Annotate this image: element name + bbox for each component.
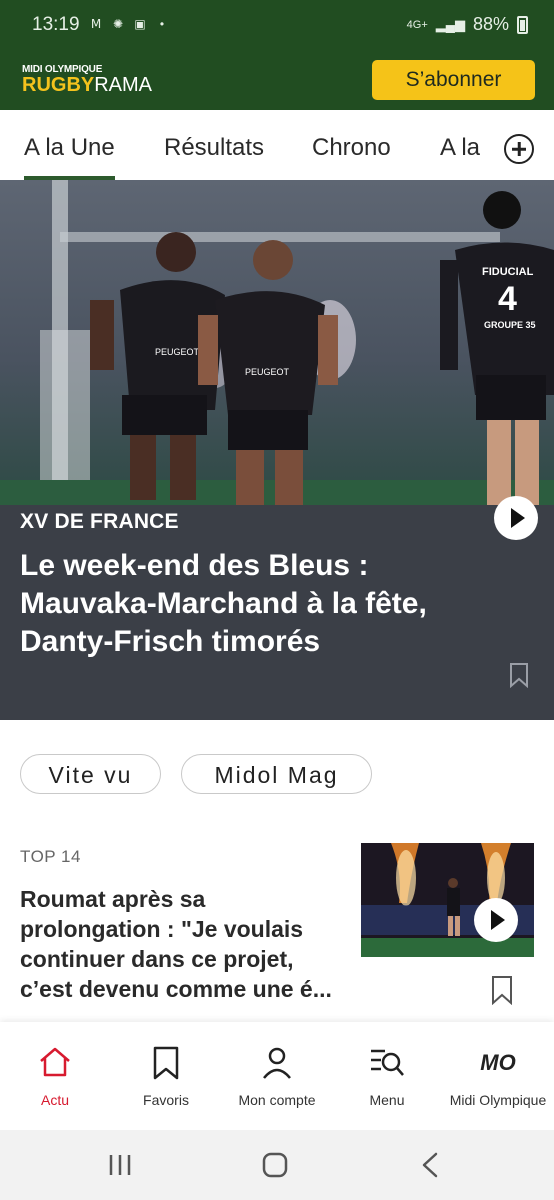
home-icon [40, 1047, 70, 1077]
nav-actu[interactable]: Actu [0, 1022, 110, 1130]
status-right: 4G+ ▂▄▆ 88% [407, 14, 528, 35]
nav-mon-compte[interactable]: Mon compte [222, 1022, 332, 1130]
chip-vite-vu[interactable]: Vite vu [20, 754, 161, 794]
subscribe-button[interactable]: S’abonner [372, 60, 535, 100]
hero-kicker[interactable]: XV DE FRANCE [20, 510, 179, 534]
battery-icon [517, 15, 528, 34]
bmc-icon: ▣ [134, 17, 146, 31]
hero-headline[interactable]: Le week-end des Bleus : Mauvaka-Marchand… [20, 547, 490, 661]
user-icon [263, 1047, 291, 1079]
hero-article[interactable]: PEUGEOT PEUGEOT FIDUCIAL 4 GROUPE 35 XV … [0, 180, 554, 720]
tab-resultats[interactable]: Résultats [164, 134, 264, 162]
nav-favoris-label: Favoris [143, 1092, 189, 1108]
chip-midol-mag[interactable]: Midol Mag [181, 754, 372, 794]
nav-midi-olympique[interactable]: MO Midi Olympique [443, 1022, 553, 1130]
article-kicker[interactable]: TOP 14 [20, 847, 81, 867]
photo-jersey-number: 4 [498, 280, 517, 318]
photo-sponsor-fiducial: FIDUCIAL [482, 266, 534, 278]
tab-a-la[interactable]: A la [440, 134, 480, 162]
logo-rest: RAMA [94, 74, 153, 96]
recents-icon[interactable] [80, 1130, 160, 1200]
play-video-icon[interactable] [494, 496, 538, 540]
status-time: 13:19 [32, 14, 80, 35]
nav-menu-label: Menu [369, 1092, 405, 1108]
bookmark-icon[interactable] [490, 975, 514, 1005]
menu-search-icon [371, 1049, 404, 1076]
m-icon: Ⅿ [90, 17, 102, 31]
tab-a-la-une[interactable]: A la Une [24, 134, 115, 180]
section-tabs: A la Une Résultats Chrono A la [0, 110, 554, 180]
signal-icon: ▂▄▆ [435, 16, 465, 32]
photo-sponsor-1: PEUGEOT [155, 347, 200, 357]
dot-icon: • [159, 17, 165, 31]
play-video-icon[interactable] [474, 898, 518, 942]
nav-favoris[interactable]: Favoris [111, 1022, 221, 1130]
hero-photo: PEUGEOT PEUGEOT FIDUCIAL 4 GROUPE 35 [0, 180, 554, 505]
nav-mon-compte-label: Mon compte [238, 1092, 316, 1108]
back-icon[interactable] [390, 1130, 470, 1200]
notification-icons: Ⅿ ✺ ▣ • [88, 16, 170, 32]
rugbyrama-logo[interactable]: MIDI OLYMPIQUE RUGBYRAMA [22, 64, 152, 95]
logo-main-text: RUGBYRAMA [22, 75, 152, 95]
status-bar: 13:19 Ⅿ ✺ ▣ • 4G+ ▂▄▆ 88% [0, 0, 554, 52]
article-thumbnail[interactable] [361, 843, 534, 957]
mo-logo-icon: MO [480, 1050, 516, 1075]
bookmark-icon [153, 1046, 179, 1080]
bookmark-icon[interactable] [508, 662, 530, 688]
photo-sponsor-groupe: GROUPE 35 [484, 320, 536, 330]
home-circle-icon[interactable] [235, 1130, 315, 1200]
logo-accent: RUGBY [22, 74, 95, 96]
photo-sponsor-2: PEUGEOT [245, 367, 290, 377]
badge-icon: ✺ [112, 17, 124, 31]
tab-chrono[interactable]: Chrono [312, 134, 391, 162]
bottom-navigation: Actu Favoris Mon compte Menu MO Midi Oly… [0, 1022, 554, 1130]
nav-actu-label: Actu [40, 1092, 69, 1108]
plus-circle-icon[interactable] [504, 134, 534, 164]
article-title[interactable]: Roumat après sa prolongation : "Je voula… [20, 884, 348, 1004]
network-label: 4G+ [406, 18, 428, 31]
app-header: 13:19 Ⅿ ✺ ▣ • 4G+ ▂▄▆ 88% MIDI OLYMPIQUE… [0, 0, 554, 110]
nav-midi-olympique-label: Midi Olympique [449, 1092, 547, 1108]
system-navigation-bar [0, 1130, 554, 1200]
battery-percent: 88% [472, 14, 509, 34]
nav-menu[interactable]: Menu [332, 1022, 442, 1130]
